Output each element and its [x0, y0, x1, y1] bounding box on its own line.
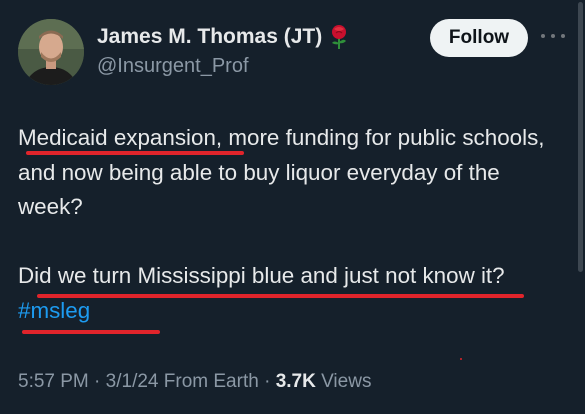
more-icon[interactable]: [541, 32, 565, 40]
rose-icon: [328, 24, 350, 50]
meta-separator: ·: [88, 371, 106, 392]
meta-separator: ·: [258, 371, 276, 392]
tweet-source: From Earth: [163, 371, 259, 392]
author-display-name[interactable]: James M. Thomas (JT): [97, 25, 322, 49]
follow-button[interactable]: Follow: [430, 19, 528, 57]
highlighted-phrase: Medicaid expansion: [18, 125, 216, 150]
tweet-time[interactable]: 5:57 PM: [18, 371, 89, 392]
author-handle[interactable]: @Insurgent_Prof: [97, 55, 249, 78]
hashtag-link[interactable]: #msleg: [18, 298, 90, 323]
annotation-underline-medicaid: [26, 151, 244, 155]
author-name-row: James M. Thomas (JT): [97, 24, 350, 50]
annotation-underline-hashtag: [22, 330, 160, 334]
views-count: 3.7K: [275, 371, 316, 392]
views-label: Views: [315, 371, 372, 392]
avatar[interactable]: [18, 19, 84, 85]
tweet-paragraph-1: Medicaid expansion, more funding for pub…: [18, 121, 558, 225]
scrollbar[interactable]: [578, 2, 583, 272]
annotation-underline-mississippi: [37, 294, 524, 298]
tweet-date[interactable]: 3/1/24: [106, 371, 159, 392]
tweet-paragraph-2-text: Did we turn Mississippi blue and just no…: [18, 263, 505, 288]
annotation-speck: [460, 358, 462, 360]
tweet-meta: 5:57 PM · 3/1/24 From Earth · 3.7K Views: [18, 371, 371, 393]
